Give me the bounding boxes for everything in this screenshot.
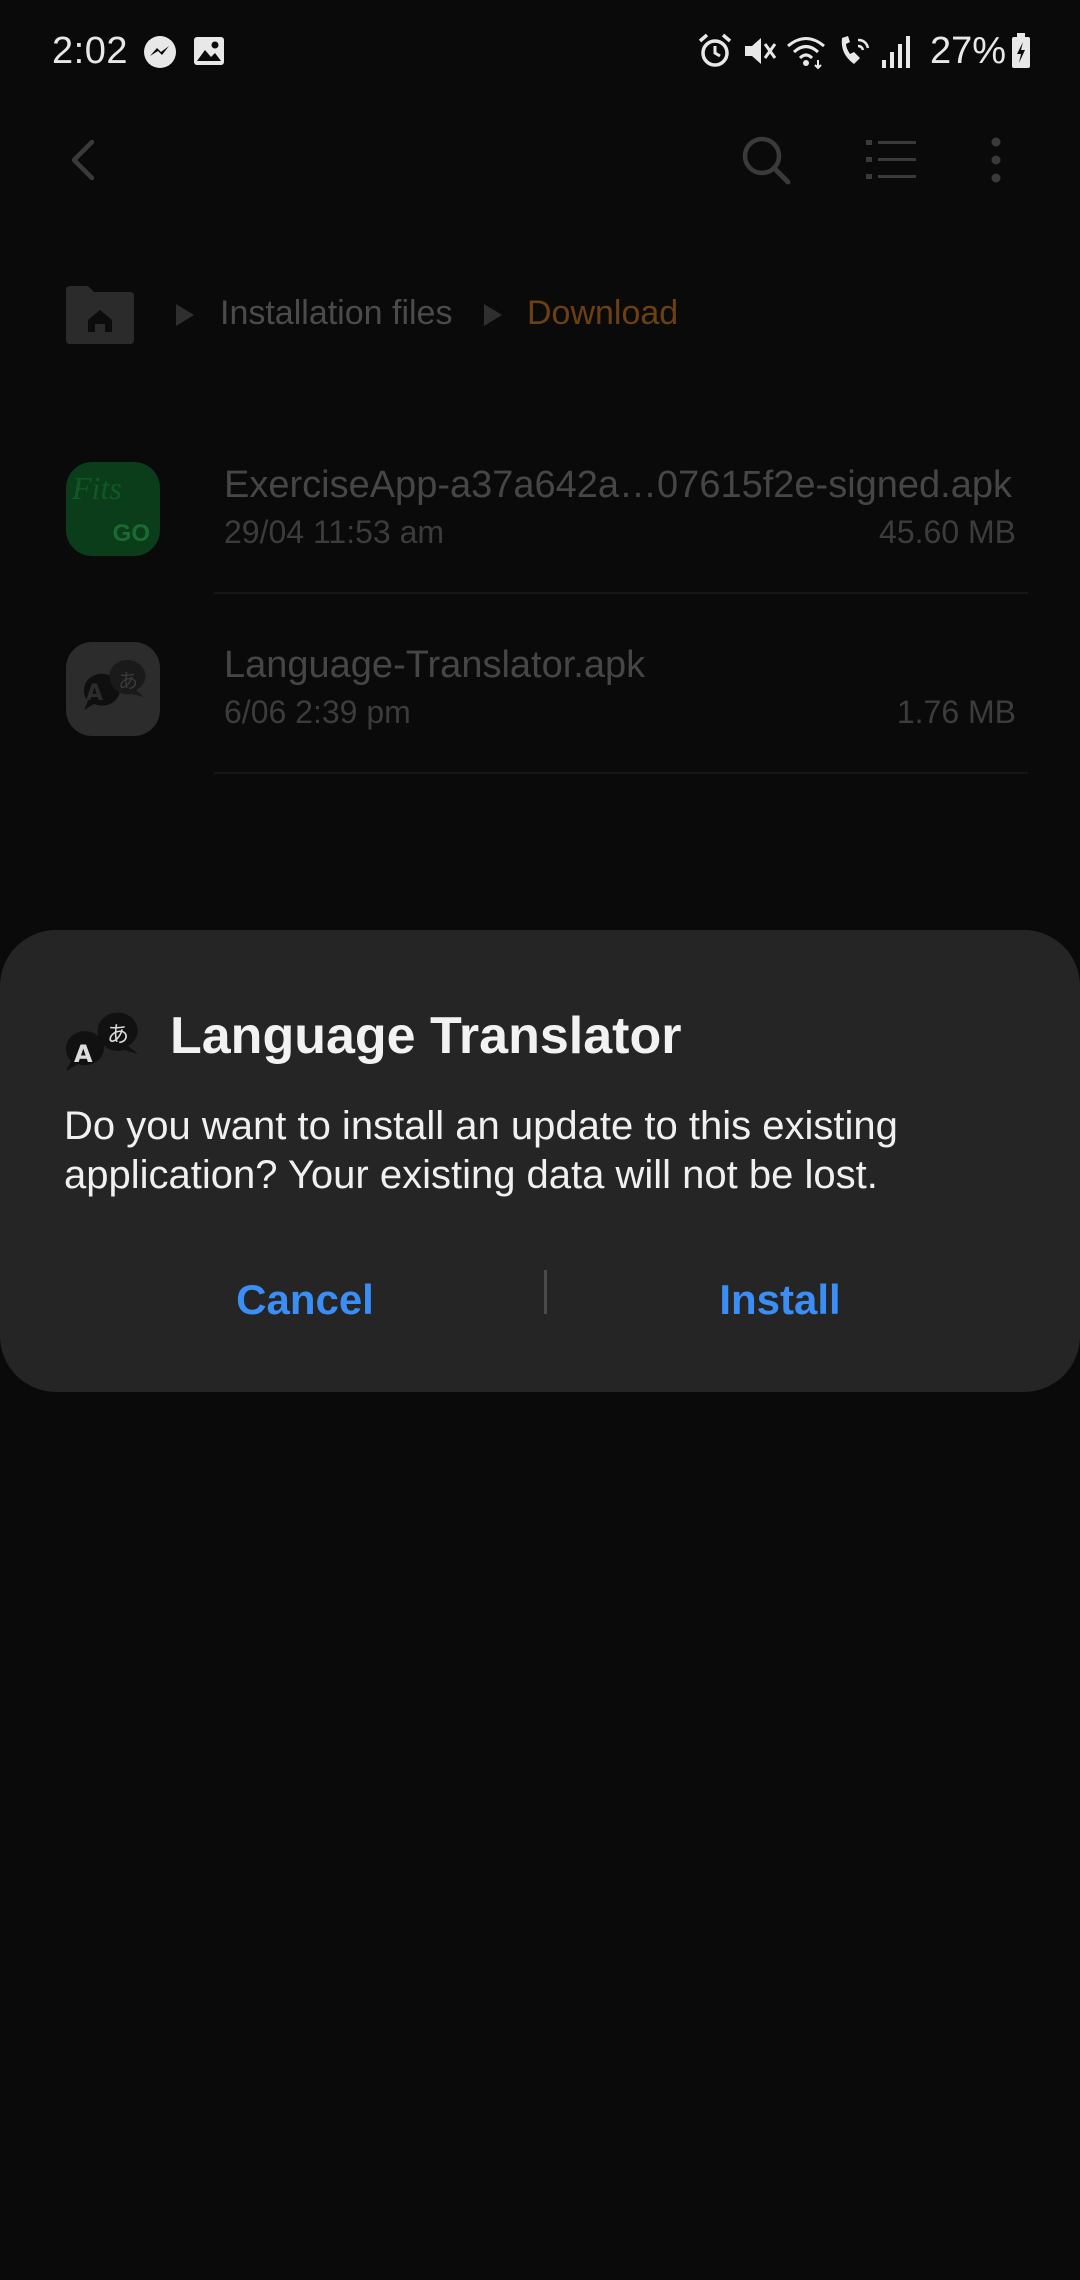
file-size: 1.76 MB — [896, 694, 1016, 730]
translator-app-icon: A あ — [66, 642, 160, 736]
divider — [214, 772, 1028, 774]
file-list-item[interactable]: A あ Language-Translator.apk 6/06 2:39 pm… — [0, 642, 1080, 822]
file-name: Language-Translator.apk — [224, 644, 646, 686]
svg-text:A: A — [74, 1040, 93, 1068]
install-dialog: A あ Language Translator Do you want to i… — [0, 930, 1080, 1392]
cancel-button[interactable]: Cancel — [110, 1260, 500, 1340]
breadcrumb-arrow-icon — [484, 304, 502, 326]
mute-icon — [745, 38, 777, 64]
wifi-icon — [787, 37, 825, 70]
back-icon[interactable] — [54, 130, 114, 190]
screen: 2:02 27% Installation files Download Fit… — [0, 0, 1080, 2280]
file-list-item[interactable]: Fits GO ExerciseApp-a37a642a…07615f2e-si… — [0, 462, 1080, 642]
breadcrumb-installation-files[interactable]: Installation files — [220, 294, 452, 333]
dialog-message: Do you want to install an update to this… — [64, 1104, 898, 1197]
translator-app-icon: A あ — [65, 1012, 138, 1071]
battery-percentage: 27% — [930, 30, 1007, 72]
breadcrumb-arrow-icon — [176, 304, 194, 326]
alarm-icon — [698, 33, 732, 67]
status-bar: 2:02 27% — [0, 0, 1080, 104]
breadcrumb: Installation files Download — [0, 270, 1080, 360]
list-view-icon[interactable] — [862, 130, 922, 190]
svg-text:あ: あ — [118, 669, 138, 693]
file-name: ExerciseApp-a37a642a…07615f2e-signed.apk — [224, 464, 1012, 506]
file-date: 6/06 2:39 pm — [224, 694, 411, 730]
signal-icon — [882, 36, 910, 68]
battery-charging-icon — [1012, 33, 1030, 68]
status-time: 2:02 — [52, 30, 128, 72]
button-separator — [544, 1270, 547, 1314]
wifi-calling-icon — [841, 36, 870, 64]
messenger-icon — [144, 36, 176, 68]
dialog-title: Language Translator — [170, 1007, 682, 1065]
image-icon — [194, 37, 224, 65]
file-size: 45.60 MB — [879, 514, 1016, 550]
app-bar — [0, 104, 1080, 214]
install-button[interactable]: Install — [585, 1260, 975, 1340]
home-folder-icon[interactable] — [64, 284, 136, 346]
more-options-icon[interactable] — [966, 130, 1026, 190]
search-icon[interactable] — [736, 130, 796, 190]
svg-text:あ: あ — [107, 1023, 129, 1048]
fitsgo-app-icon: Fits GO — [66, 462, 160, 556]
file-date: 29/04 11:53 am — [224, 514, 445, 550]
svg-text:A: A — [86, 681, 103, 706]
divider — [214, 592, 1028, 594]
breadcrumb-download[interactable]: Download — [527, 294, 678, 333]
